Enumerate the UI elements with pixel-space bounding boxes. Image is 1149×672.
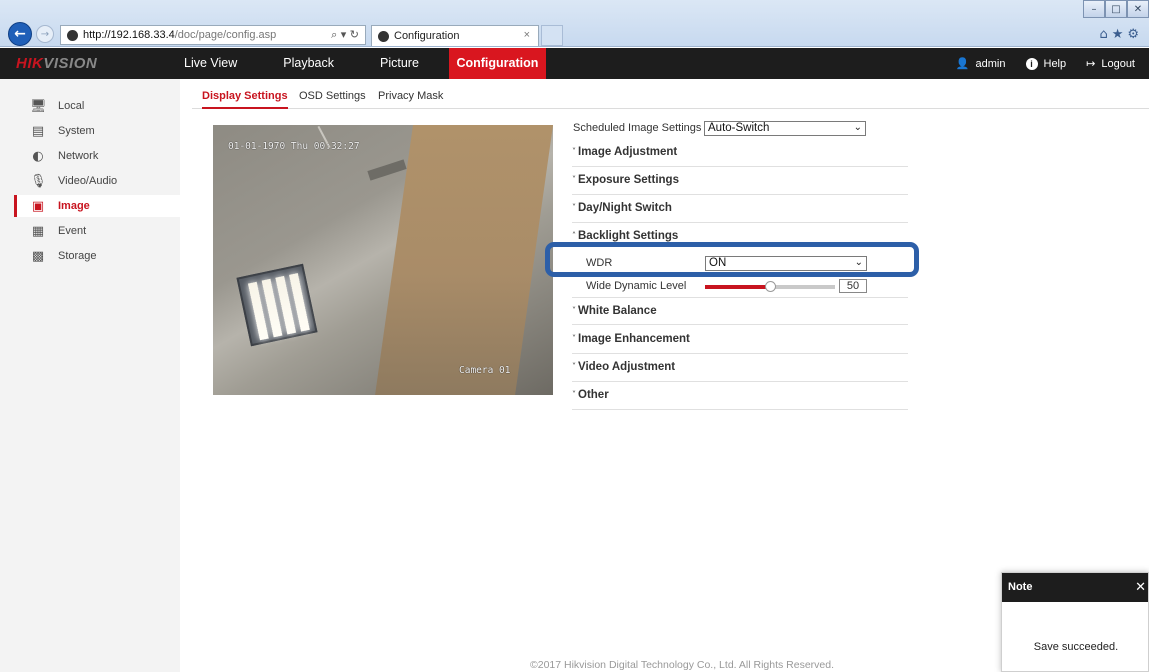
sidebar-item-storage[interactable]: ▩ Storage xyxy=(14,245,180,267)
user-menu[interactable]: 👤 admin xyxy=(956,57,1006,70)
nav-playback[interactable]: Playback xyxy=(267,48,350,79)
user-icon: 👤 xyxy=(955,57,970,70)
main-nav: Live View Playback Picture Configuration xyxy=(178,48,560,79)
nav-picture[interactable]: Picture xyxy=(364,48,435,79)
scheduled-image-settings-row: Scheduled Image Settings Auto-Switch ⌄ xyxy=(572,119,908,137)
osd-timestamp: 01-01-1970 Thu 00:32:27 xyxy=(228,141,360,152)
section-image-adjustment[interactable]: ˅ Image Adjustment xyxy=(572,139,908,167)
video-preview[interactable]: 01-01-1970 Thu 00:32:27 Camera 01 xyxy=(213,125,553,395)
disk-icon: ▩ xyxy=(31,248,45,264)
scheduled-image-settings-select[interactable]: Auto-Switch ⌄ xyxy=(704,120,866,136)
chevron-down-icon: ˅ xyxy=(572,175,576,184)
image-icon: ▣ xyxy=(31,198,45,214)
note-message: Save succeeded. xyxy=(1033,641,1119,653)
tab-osd-settings[interactable]: OSD Settings xyxy=(299,87,366,109)
username: admin xyxy=(975,57,1006,70)
address-bar[interactable]: http://192.168.33.4/doc/page/config.asp … xyxy=(60,25,366,45)
wide-dynamic-level-row: Wide Dynamic Level 50 xyxy=(586,276,908,296)
globe-icon: ◐ xyxy=(32,148,44,164)
nav-configuration[interactable]: Configuration xyxy=(448,48,546,79)
minimize-button[interactable]: – xyxy=(1083,0,1105,18)
window-controls: – □ ✕ xyxy=(1083,0,1149,18)
note-title: Note xyxy=(1008,581,1033,593)
tab-site-icon xyxy=(378,30,389,42)
sidebar-item-network[interactable]: ◐ Network xyxy=(14,145,180,167)
video-ceiling-light xyxy=(236,263,318,347)
browser-toolbar: ← → http://192.168.33.4/doc/page/config.… xyxy=(0,0,1149,47)
sidebar-item-event[interactable]: ▦ Event xyxy=(14,220,180,242)
tab-title: Configuration xyxy=(394,30,460,42)
help-link[interactable]: i Help xyxy=(1025,57,1067,70)
chevron-down-icon: ˅ xyxy=(572,147,576,156)
tab-display-settings[interactable]: Display Settings xyxy=(202,87,288,109)
search-refresh-icons[interactable]: ⌕ ▾ ↻ xyxy=(331,28,359,42)
sidebar-item-label: System xyxy=(58,125,95,137)
browser-tab[interactable]: Configuration × xyxy=(371,25,539,46)
maximize-button[interactable]: □ xyxy=(1105,0,1127,18)
site-icon xyxy=(67,29,78,41)
home-favorites-settings-icons[interactable]: ⌂★⚙ xyxy=(1099,27,1143,42)
tab-close-icon[interactable]: × xyxy=(524,29,530,41)
sub-tabs: Display Settings OSD Settings Privacy Ma… xyxy=(192,87,1149,109)
osd-camera-name: Camera 01 xyxy=(459,365,511,376)
monitor-icon: 🖥 xyxy=(30,98,47,114)
microphone-icon: 🎙 xyxy=(30,173,47,189)
new-tab-button[interactable] xyxy=(541,25,563,46)
chevron-down-icon: ⌄ xyxy=(853,121,862,133)
app-header: HIKVISION Live View Playback Picture Con… xyxy=(0,48,1149,79)
hikvision-logo: HIKVISION xyxy=(16,55,98,72)
section-other[interactable]: ˅ Other xyxy=(572,382,908,410)
wdr-highlight-annotation xyxy=(545,242,919,277)
sidebar-item-image[interactable]: ▣ Image xyxy=(14,195,180,217)
close-icon[interactable]: ✕ xyxy=(1135,573,1146,602)
sidebar-item-video-audio[interactable]: 🎙 Video/Audio xyxy=(14,170,180,192)
sidebar-item-system[interactable]: ▤ System xyxy=(14,120,180,142)
nav-live-view[interactable]: Live View xyxy=(178,48,253,79)
sidebar-item-label: Storage xyxy=(58,250,97,262)
chevron-up-icon: ˄ xyxy=(572,231,576,240)
sidebar-item-label: Local xyxy=(58,100,85,112)
user-area: 👤 admin i Help ↦ Logout xyxy=(936,48,1135,79)
tab-privacy-mask[interactable]: Privacy Mask xyxy=(378,87,443,109)
chevron-down-icon: ˅ xyxy=(572,390,576,399)
back-arrow-icon[interactable]: ← xyxy=(8,22,32,46)
close-window-button[interactable]: ✕ xyxy=(1127,0,1149,18)
copyright-footer: ©2017 Hikvision Digital Technology Co., … xyxy=(530,659,835,671)
sidebar-item-label: Event xyxy=(58,225,87,237)
wide-dynamic-level-slider[interactable] xyxy=(705,280,835,292)
logout-icon: ↦ xyxy=(1086,57,1096,70)
note-dialog: Note ✕ Save succeeded. xyxy=(1001,572,1149,672)
forward-arrow-icon[interactable]: → xyxy=(36,25,54,43)
section-white-balance[interactable]: ˅ White Balance xyxy=(572,297,908,325)
url-text: http://192.168.33.4/doc/page/config.asp xyxy=(83,29,277,41)
slider-fill xyxy=(705,284,770,289)
logout-link[interactable]: ↦ Logout xyxy=(1086,57,1135,70)
sidebar-item-label: Video/Audio xyxy=(58,175,118,187)
window-icon: ▤ xyxy=(31,123,45,139)
chevron-down-icon: ˅ xyxy=(572,334,576,343)
section-image-enhancement[interactable]: ˅ Image Enhancement xyxy=(572,326,908,354)
slider-handle[interactable] xyxy=(765,280,776,292)
section-exposure-settings[interactable]: ˅ Exposure Settings xyxy=(572,167,908,195)
sidebar-item-local[interactable]: 🖥 Local xyxy=(14,95,180,117)
logout-label: Logout xyxy=(1101,57,1135,70)
sidebar: 🖥 Local ▤ System ◐ Network 🎙 Video/Audio… xyxy=(0,79,180,672)
wide-dynamic-level-input[interactable]: 50 xyxy=(839,279,867,293)
chevron-down-icon: ˅ xyxy=(572,306,576,315)
sidebar-item-label: Network xyxy=(58,150,99,162)
section-video-adjustment[interactable]: ˅ Video Adjustment xyxy=(572,354,908,382)
calendar-icon: ▦ xyxy=(31,223,45,239)
help-label: Help xyxy=(1043,57,1067,70)
sidebar-item-label: Image xyxy=(58,200,90,212)
note-header: Note ✕ xyxy=(1002,573,1148,602)
scheduled-image-settings-label: Scheduled Image Settings xyxy=(573,122,702,134)
section-day-night-switch[interactable]: ˅ Day/Night Switch xyxy=(572,195,908,223)
wide-dynamic-level-label: Wide Dynamic Level xyxy=(586,280,687,292)
chevron-down-icon: ˅ xyxy=(572,362,576,371)
help-icon: i xyxy=(1025,57,1038,70)
chevron-down-icon: ˅ xyxy=(572,203,576,212)
